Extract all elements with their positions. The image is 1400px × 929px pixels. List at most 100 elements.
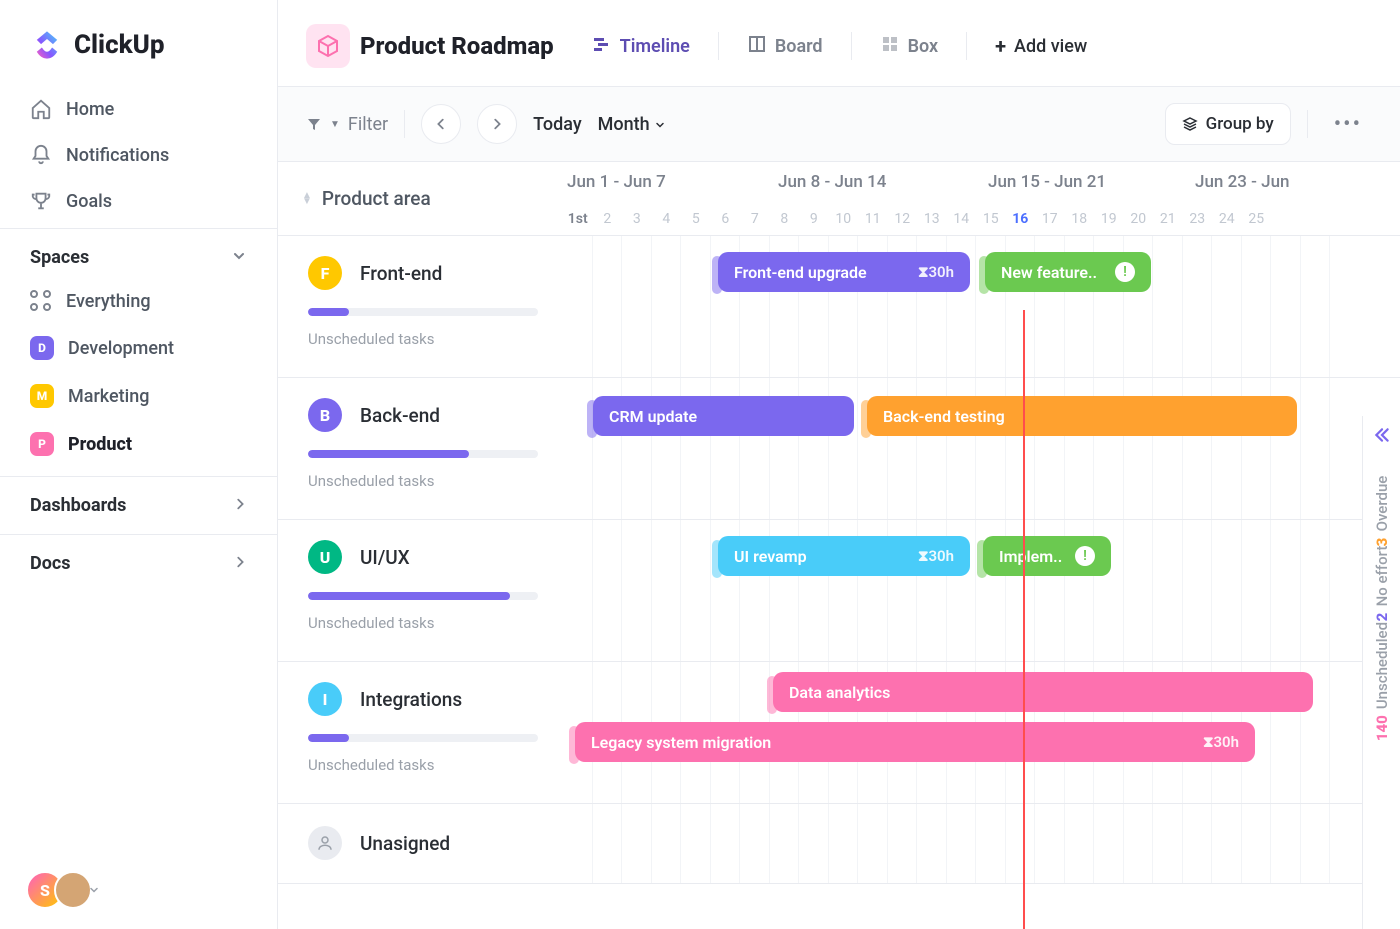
clickup-logo-icon [30, 28, 64, 62]
range-dropdown[interactable]: Month [598, 114, 666, 135]
section-docs[interactable]: Docs [0, 553, 277, 584]
lane-badge: F [308, 256, 342, 290]
tab-board[interactable]: Board [747, 30, 823, 63]
day-label: 20 [1124, 211, 1154, 227]
nav-bell[interactable]: Notifications [14, 132, 263, 178]
week-label: Jun 8 - Jun 14 [778, 172, 886, 192]
sidebar-item-development[interactable]: DDevelopment [0, 324, 277, 372]
rail-overdue[interactable]: 3Overdue [1373, 476, 1391, 546]
sidebar-item-everything[interactable]: Everything [0, 278, 277, 324]
timeline-icon [592, 34, 612, 59]
tab-timeline[interactable]: Timeline [592, 30, 690, 63]
board-icon [747, 34, 767, 59]
hourglass-icon: ⧗30h [918, 263, 954, 281]
week-label: Jun 1 - Jun 7 [567, 172, 666, 192]
tab-box[interactable]: Box [880, 30, 939, 63]
lane-badge: U [308, 540, 342, 574]
day-label: 17 [1035, 211, 1065, 227]
unscheduled-label[interactable]: Unscheduled tasks [308, 756, 533, 774]
unscheduled-label[interactable]: Unscheduled tasks [308, 330, 533, 348]
timeline-lane: F Front-end Unscheduled tasks Front-end … [278, 236, 1400, 378]
lane-header[interactable]: U UI/UX Unscheduled tasks [278, 520, 563, 661]
day-label: 16 [1006, 211, 1036, 227]
day-label: 21 [1153, 211, 1183, 227]
progress-bar [308, 734, 538, 742]
progress-bar [308, 592, 538, 600]
day-label: 11 [858, 211, 888, 227]
chevron-right-icon [490, 117, 504, 131]
topbar: Product Roadmap Timeline Board Box +Add vie… [278, 0, 1400, 87]
filter-icon [306, 116, 322, 132]
nav-trophy[interactable]: Goals [14, 178, 263, 224]
lane-header[interactable]: I Integrations Unscheduled tasks [278, 662, 563, 803]
filter-button[interactable]: ▼ Filter [306, 114, 388, 135]
task-bar[interactable]: Back-end testing [867, 396, 1297, 436]
sidebar-item-product[interactable]: PProduct [0, 420, 277, 468]
day-label: 6 [711, 211, 741, 227]
day-label: 10 [829, 211, 859, 227]
next-button[interactable] [477, 104, 517, 144]
lane-badge: I [308, 682, 342, 716]
task-bar[interactable]: Data analytics [773, 672, 1313, 712]
progress-bar [308, 450, 538, 458]
rail-unscheduled[interactable]: 140Unscheduled [1373, 622, 1391, 741]
space-badge: P [30, 432, 54, 456]
hourglass-icon: ⧗30h [918, 547, 954, 565]
unscheduled-label[interactable]: Unscheduled tasks [308, 472, 533, 490]
task-bar[interactable]: New feature..! [985, 252, 1151, 292]
task-bar[interactable]: Front-end upgrade⧗30h [718, 252, 970, 292]
progress-bar [308, 308, 538, 316]
right-rail: 3Overdue2No effort140Unscheduled [1362, 416, 1400, 929]
lane-header[interactable]: F Front-end Unscheduled tasks [278, 236, 563, 377]
timeline-body: F Front-end Unscheduled tasks Front-end … [278, 236, 1400, 929]
chevron-down-icon [231, 248, 247, 268]
section-dashboards[interactable]: Dashboards [0, 495, 277, 526]
folder-icon [306, 24, 350, 68]
unscheduled-label[interactable]: Unscheduled tasks [308, 614, 533, 632]
logo[interactable]: ClickUp [0, 0, 277, 82]
user-menu[interactable]: S [0, 851, 277, 929]
unassigned-icon [308, 826, 342, 860]
add-view-button[interactable]: +Add view [995, 34, 1087, 58]
rail-no-effort[interactable]: 2No effort [1373, 546, 1391, 621]
plus-icon: + [995, 34, 1006, 58]
chevron-right-icon [233, 554, 247, 573]
week-label: Jun 15 - Jun 21 [988, 172, 1106, 192]
day-label: 18 [1065, 211, 1095, 227]
day-label: 25 [1242, 211, 1272, 227]
trophy-icon [30, 190, 52, 212]
chevron-down-icon [88, 881, 100, 900]
day-label: 19 [1094, 211, 1124, 227]
day-label: 7 [740, 211, 770, 227]
nav-home[interactable]: Home [14, 86, 263, 132]
task-bar[interactable]: UI revamp⧗30h [718, 536, 970, 576]
groupby-button[interactable]: Group by [1165, 103, 1291, 145]
day-label: 3 [622, 211, 652, 227]
task-bar[interactable]: Implem..! [983, 536, 1111, 576]
day-label: 2 [593, 211, 623, 227]
lane-header[interactable]: Unasigned [278, 804, 563, 883]
day-label: 1st [563, 211, 593, 227]
sort-icon: ▲▼ [302, 193, 312, 205]
prev-button[interactable] [421, 104, 461, 144]
column-header[interactable]: ▲▼ Product area [278, 162, 563, 235]
collapse-rail-button[interactable] [1373, 426, 1391, 448]
task-bar[interactable]: CRM update [593, 396, 854, 436]
task-bar[interactable]: Legacy system migration⧗30h [575, 722, 1255, 762]
chevron-left-icon [434, 117, 448, 131]
lane-header[interactable]: B Back-end Unscheduled tasks [278, 378, 563, 519]
today-button[interactable]: Today [533, 114, 582, 135]
everything-icon [30, 290, 52, 312]
alert-icon: ! [1115, 262, 1135, 282]
day-label: 14 [947, 211, 977, 227]
lane-badge: B [308, 398, 342, 432]
day-label: 5 [681, 211, 711, 227]
more-button[interactable]: ••• [1324, 108, 1372, 141]
space-badge: M [30, 384, 54, 408]
page-title: Product Roadmap [360, 32, 554, 60]
avatar [54, 871, 92, 909]
spaces-header[interactable]: Spaces [0, 247, 277, 278]
sidebar: ClickUp HomeNotificationsGoals Spaces Ev… [0, 0, 278, 929]
sidebar-item-marketing[interactable]: MMarketing [0, 372, 277, 420]
timeline-lane-unassigned: Unasigned [278, 804, 1400, 884]
